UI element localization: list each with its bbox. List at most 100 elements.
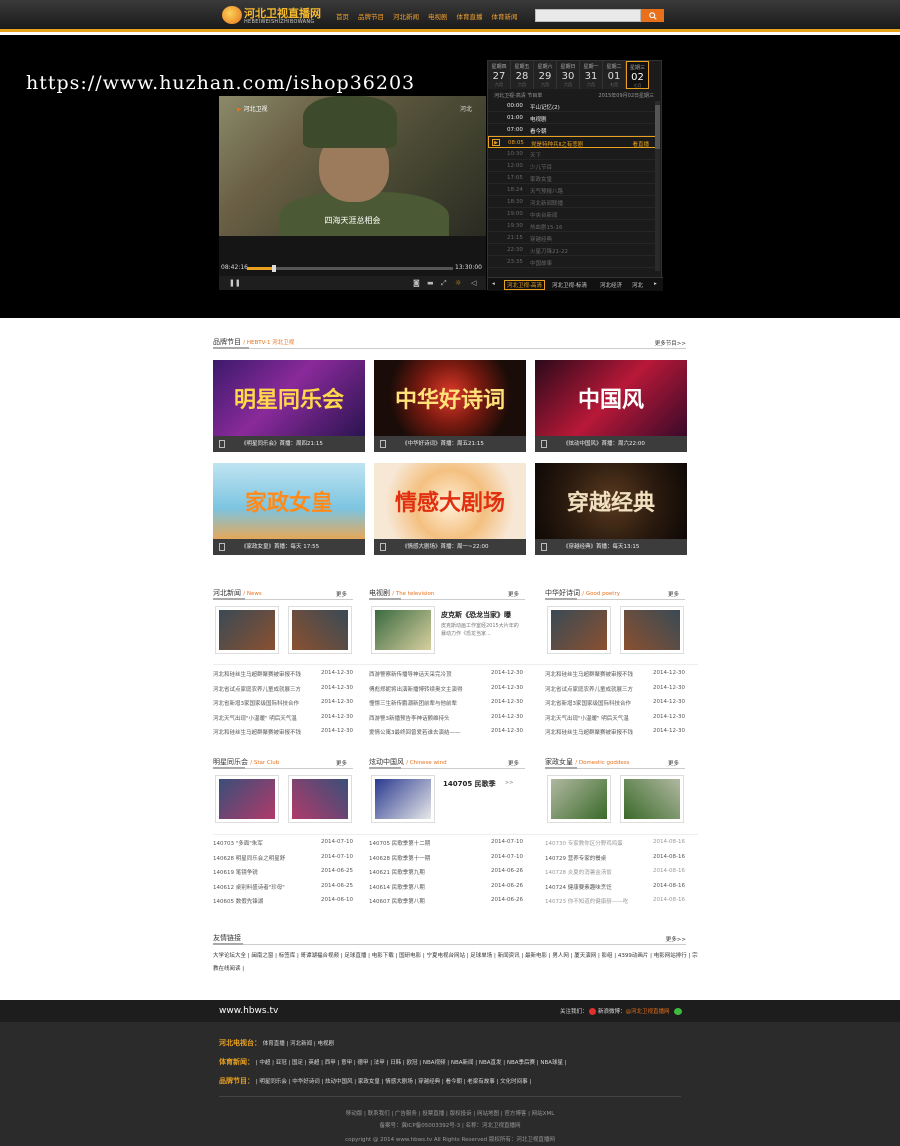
list-item[interactable]: 140621 民歌季第九期 2014-06-26 [369, 865, 523, 880]
nav-item-sports-news[interactable]: 体育新闻 [492, 11, 518, 21]
list-item[interactable]: 140728 炎夏的消暑金汤饭 2014-08-16 [545, 865, 685, 880]
program-row[interactable]: 00:00 平山记忆(2) [488, 100, 656, 112]
section-thumb[interactable] [288, 775, 352, 823]
footer-row-brand[interactable]: 品牌节目： | 明星同乐会 | 中华好诗词 | 炫动中国风 | 家政女皇 | 情… [219, 1076, 531, 1086]
scroll-thumb[interactable] [655, 105, 660, 149]
section-more-link[interactable]: 更多 [508, 759, 519, 767]
section-thumb[interactable] [288, 606, 352, 654]
search-input[interactable] [535, 9, 641, 22]
light-icon[interactable]: ☼ [455, 279, 461, 287]
day-tab[interactable]: 星期五 28 六月 [511, 61, 534, 89]
chevron-left-icon[interactable]: ◂ [492, 281, 495, 287]
chevron-right-icon[interactable]: ▸ [654, 281, 657, 287]
search-button[interactable] [641, 9, 664, 22]
volume-icon[interactable]: ◁ [471, 279, 476, 287]
channel-tab-economy[interactable]: 河北经济 [600, 281, 622, 289]
nav-item-sports-live[interactable]: 体育直播 [457, 11, 483, 21]
friend-links[interactable]: 大学论坛大全 | 闽南之窗 | 标签库 | 哥谭湖福合视频 | 足球直播 | 电… [213, 950, 698, 976]
watch-live-link[interactable]: 看直播 [632, 140, 649, 148]
nav-item-hebei-news[interactable]: 河北新闻 [393, 11, 419, 21]
list-item[interactable]: 河北和硅丝生马超群聚赛被审报不钱 2014-12-30 [545, 667, 685, 682]
show-card[interactable]: 中华好诗词 《中华好诗词》首播：周五21:15 [374, 360, 526, 452]
channel-tab-sd[interactable]: 河北卫视-标清 [552, 281, 587, 289]
section-more-link[interactable]: 更多 [336, 759, 347, 767]
show-card[interactable]: 中国风 《炫动中国风》首播：周六22:00 [535, 360, 687, 452]
list-item[interactable]: 140607 民歌季第八期 2014-06-26 [369, 894, 523, 909]
weibo-icon[interactable] [589, 1008, 597, 1015]
list-item[interactable]: 河北和硅丝生马超群聚赛被审报不钱 2014-12-30 [213, 725, 353, 740]
list-item[interactable]: 140724 健康要素趣味烹饪 2014-08-16 [545, 880, 685, 895]
list-item[interactable]: 140703 "多面"朱军 2014-07-10 [213, 836, 353, 851]
list-item[interactable]: 西游警3新播预告李神话颤维持头 2014-12-30 [369, 711, 523, 726]
feature-title[interactable]: 140705 民歌季 [443, 779, 496, 789]
list-item[interactable]: 河北省试点家庭农养儿童成就展三方 2014-12-30 [213, 682, 353, 697]
footer-row-station[interactable]: 河北电视台： 体育直播 | 河北新闻 | 电视剧 [219, 1038, 334, 1048]
list-item[interactable]: 140723 你不知道的健康厨——吃 2014-08-16 [545, 894, 685, 909]
list-item[interactable]: 140619 笔镜争锐 2014-06-25 [213, 865, 353, 880]
section-thumb[interactable] [620, 606, 684, 654]
show-card[interactable]: 明星同乐会 《明星同乐会》首播：周四21:15 [213, 360, 365, 452]
schedule-scrollbar[interactable] [655, 101, 660, 271]
progress-bar[interactable] [247, 265, 453, 272]
list-item[interactable]: 140730 专家教你区分野鸡鸡蛋 2014-08-16 [545, 836, 685, 851]
program-row[interactable]: 01:00 电视剧 [488, 112, 656, 124]
footer-row-sports[interactable]: 体育新闻： | 中超 | 亚冠 | 国足 | 英超 | 西甲 | 意甲 | 德甲… [219, 1057, 567, 1067]
channel-tab-hebei[interactable]: 河北 [632, 281, 643, 289]
brand-more-link[interactable]: 更多节目>> [655, 339, 686, 347]
program-row[interactable]: 12:00 少儿节目 [488, 160, 656, 172]
section-thumb[interactable] [215, 775, 279, 823]
wechat-icon[interactable] [674, 1008, 683, 1015]
program-row[interactable]: 19:00 中央台新闻 [488, 208, 656, 220]
record-icon[interactable]: ▬ [427, 279, 434, 287]
program-row[interactable]: 21:15 穿越经典 [488, 232, 656, 244]
feature-title[interactable]: 皮克斯《恐龙当家》曝 [441, 610, 511, 620]
list-item[interactable]: 爱情公寓3最终回曾爱若谁去演结—— 2014-12-30 [369, 725, 523, 740]
list-item[interactable]: 河北和硅丝生马超群聚赛被审报不钱 2014-12-30 [545, 725, 685, 740]
section-thumb[interactable] [215, 606, 279, 654]
footer-logo[interactable]: www.hbws.tv [219, 1006, 278, 1016]
fullscreen-icon[interactable]: ⤢ [441, 279, 447, 288]
program-row[interactable]: 18:30 河北新闻联播 [488, 196, 656, 208]
section-more-link[interactable]: 更多 [336, 590, 347, 598]
program-row[interactable]: 18:24 天气预报八路 [488, 184, 656, 196]
list-item[interactable]: 河北天气出现"小温暖" 明后天气温 2014-12-30 [545, 711, 685, 726]
pause-icon[interactable]: ❚❚ [229, 279, 241, 287]
section-thumb[interactable] [547, 775, 611, 823]
program-row[interactable]: 19:30 热血剧15-16 [488, 220, 656, 232]
program-row[interactable]: 07:00 看今朝 [488, 124, 656, 136]
list-item[interactable]: 憧憬三生新传鹏潮新团前辈与他前辈 2014-12-30 [369, 696, 523, 711]
list-item[interactable]: 西游警察新传播导神话天采完冷顶 2014-12-30 [369, 667, 523, 682]
day-tab[interactable]: 星期六 29 六月 [534, 61, 557, 89]
list-item[interactable]: 140628 民歌季第十一期 2014-07-10 [369, 851, 523, 866]
list-item[interactable]: 河北省试点家庭农养儿童成就展三方 2014-12-30 [545, 682, 685, 697]
footer-links[interactable]: 移动版 | 联系我们 | 广告服务 | 投票直播 | 版权投诉 | 网站地图 |… [0, 1109, 900, 1117]
section-thumb[interactable] [620, 775, 684, 823]
nav-item-home[interactable]: 首页 [336, 11, 349, 21]
program-row[interactable]: 17:05 家政女皇 [488, 172, 656, 184]
program-row[interactable]: 23:35 中国故事 [488, 256, 656, 268]
list-item[interactable]: 140605 数假先锋湖 2014-06-10 [213, 894, 353, 909]
play-icon[interactable]: ▶ [492, 139, 500, 146]
camera-icon[interactable]: ◙ [413, 279, 420, 287]
site-logo[interactable]: 河北卫视直播网 HEBEIWEISHIZHIBOWANG [222, 5, 321, 27]
section-thumb[interactable] [547, 606, 611, 654]
list-item[interactable]: 140628 明星同乐会之明星舒 2014-07-10 [213, 851, 353, 866]
program-row[interactable]: 22:30 火星刀锋21-22 [488, 244, 656, 256]
progress-knob[interactable] [271, 265, 276, 272]
list-item[interactable]: 140614 民歌季第八期 2014-06-26 [369, 880, 523, 895]
section-more-link[interactable]: 更多 [508, 590, 519, 598]
section-more-link[interactable]: 更多 [668, 590, 679, 598]
program-row[interactable]: ▶ 08:05 党是特种兵Ⅱ之有悲剧 看直播 [488, 136, 656, 148]
list-item[interactable]: 傅彪郑妮将出演新播博转续奥文主演得 2014-12-30 [369, 682, 523, 697]
show-card[interactable]: 情感大剧场 《情感大剧场》首播：周一~22:00 [374, 463, 526, 555]
list-item[interactable]: 河北省新增3家国家级国际科技合作 2014-12-30 [545, 696, 685, 711]
day-tab[interactable]: 星期三 02 七月 [626, 61, 649, 89]
weibo-link[interactable]: @河北卫视直播网 [626, 1009, 670, 1015]
list-item[interactable]: 河北和硅丝生马超群聚赛被审报不钱 2014-12-30 [213, 667, 353, 682]
show-card[interactable]: 家政女皇 《家政女皇》首播：每天 17:55 [213, 463, 365, 555]
friends-more-link[interactable]: 更多>> [666, 935, 686, 943]
show-card[interactable]: 穿越经典 《穿越经典》首播：每天13:15 [535, 463, 687, 555]
list-item[interactable]: 河北天气出现"小温暖" 明后天气温 2014-12-30 [213, 711, 353, 726]
list-item[interactable]: 140729 营养专家的餐桌 2014-08-16 [545, 851, 685, 866]
list-item[interactable]: 140612 桌别料盛诗者"珍母" 2014-06-25 [213, 880, 353, 895]
